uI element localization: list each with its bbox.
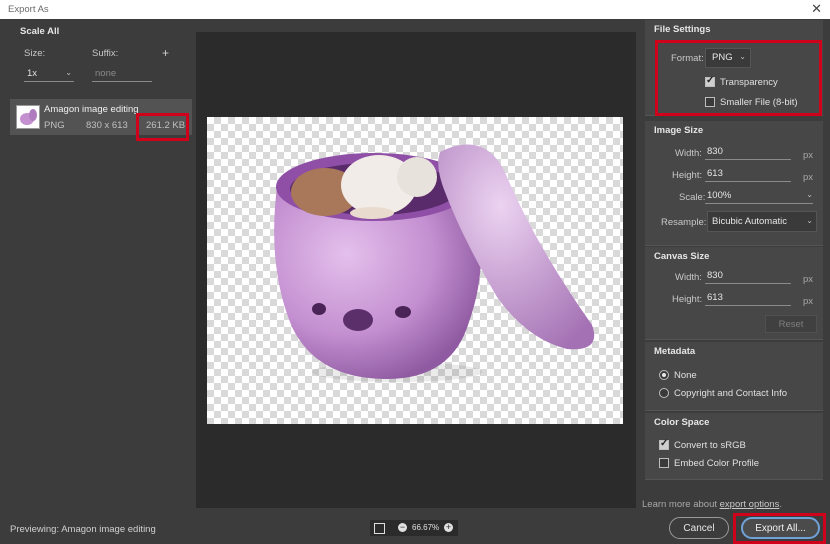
learn-more-text: Learn more about <box>642 499 720 510</box>
file-settings-header: File Settings <box>654 24 711 35</box>
canvas-height-label: Height: <box>672 294 703 305</box>
suffix-label: Suffix: <box>92 48 119 59</box>
scale-all-header: Scale All <box>20 26 60 37</box>
size-select[interactable]: 1x ⌄ <box>24 67 74 82</box>
canvas-height-value: 613 <box>707 292 723 303</box>
suffix-input[interactable]: none <box>92 67 152 82</box>
asset-dimensions: 830 x 613 <box>86 120 128 131</box>
image-size-section: Image Size Width: 830 px Height: 613 px … <box>645 121 823 246</box>
zoom-out-icon[interactable]: − <box>398 523 407 532</box>
chevron-down-icon: ⌄ <box>806 190 813 199</box>
size-label: Size: <box>24 48 46 59</box>
preview-area <box>196 32 636 508</box>
zoom-value: 66.67% <box>412 523 440 532</box>
add-scale-icon[interactable]: + <box>162 46 169 60</box>
metadata-copyright-label: Copyright and Contact Info <box>674 388 788 399</box>
chevron-down-icon: ⌄ <box>806 216 813 225</box>
metadata-header: Metadata <box>654 346 696 357</box>
preview-image <box>274 144 595 382</box>
cancel-label: Cancel <box>683 523 715 534</box>
image-width-label: Width: <box>675 148 702 159</box>
image-width-value: 830 <box>707 146 723 157</box>
color-space-header: Color Space <box>654 417 710 428</box>
export-options-link[interactable]: export options <box>720 499 780 510</box>
canvas-width-label: Width: <box>675 272 702 283</box>
image-height-input[interactable]: 613 <box>705 168 791 182</box>
metadata-section: Metadata None Copyright and Contact Info <box>645 342 823 411</box>
scale-value: 100% <box>707 190 732 201</box>
image-width-unit: px <box>803 150 814 161</box>
asset-format: PNG <box>44 120 65 131</box>
previewing-status: Previewing: Amagon image editing <box>10 524 156 535</box>
fit-screen-icon[interactable] <box>374 523 385 534</box>
metadata-none-label: None <box>674 370 697 381</box>
canvas-height-input[interactable]: 613 <box>705 292 791 306</box>
embed-profile-checkbox[interactable] <box>659 458 669 468</box>
canvas-width-unit: px <box>803 274 814 285</box>
color-space-section: Color Space Convert to sRGB Embed Color … <box>645 413 823 480</box>
canvas-width-input[interactable]: 830 <box>705 270 791 284</box>
resample-value: Bicubic Automatic <box>712 216 787 227</box>
resample-label: Resample: <box>661 217 707 228</box>
cancel-button[interactable]: Cancel <box>669 517 729 539</box>
canvas-size-section: Canvas Size Width: 830 px Height: 613 px… <box>645 247 823 340</box>
metadata-copyright-radio[interactable] <box>659 388 669 398</box>
scale-label: Scale: <box>679 192 706 203</box>
convert-srgb-checkbox[interactable] <box>659 438 669 450</box>
title-bar: Export As ✕ <box>0 0 830 19</box>
zoom-control: − 66.67% + <box>370 520 458 536</box>
resample-select[interactable]: Bicubic Automatic ⌄ <box>707 211 817 232</box>
highlight-filesize <box>136 113 189 141</box>
size-value: 1x <box>27 68 38 79</box>
window-title: Export As <box>8 4 49 15</box>
reset-label: Reset <box>778 319 804 330</box>
asset-thumbnail <box>16 105 40 129</box>
scale-select[interactable]: 100% ⌄ <box>705 190 813 204</box>
image-height-unit: px <box>803 172 814 183</box>
metadata-none-radio[interactable] <box>659 370 669 380</box>
zoom-in-icon[interactable]: + <box>444 523 453 532</box>
embed-profile-label: Embed Color Profile <box>674 458 760 469</box>
chevron-down-icon: ⌄ <box>65 68 72 77</box>
highlight-format-settings <box>655 40 822 116</box>
close-icon[interactable]: ✕ <box>811 1 822 17</box>
asset-name: Amagon image editing <box>44 104 139 115</box>
left-panel: Scale All Size: Suffix: + 1x ⌄ none Amag… <box>6 20 192 510</box>
convert-srgb-label: Convert to sRGB <box>674 440 746 451</box>
canvas-height-unit: px <box>803 296 814 307</box>
image-size-header: Image Size <box>654 125 704 136</box>
image-height-label: Height: <box>672 170 703 181</box>
learn-more-period: . <box>779 499 782 510</box>
image-height-value: 613 <box>707 168 723 179</box>
image-width-input[interactable]: 830 <box>705 146 791 160</box>
canvas-width-value: 830 <box>707 270 723 281</box>
reset-button[interactable]: Reset <box>765 315 817 333</box>
learn-more: Learn more about export options. <box>642 499 782 510</box>
bottom-bar: Previewing: Amagon image editing − 66.67… <box>0 512 830 544</box>
highlight-export-all <box>733 513 826 544</box>
canvas-size-header: Canvas Size <box>654 251 710 262</box>
suffix-placeholder: none <box>95 68 117 79</box>
preview-canvas <box>207 117 623 424</box>
